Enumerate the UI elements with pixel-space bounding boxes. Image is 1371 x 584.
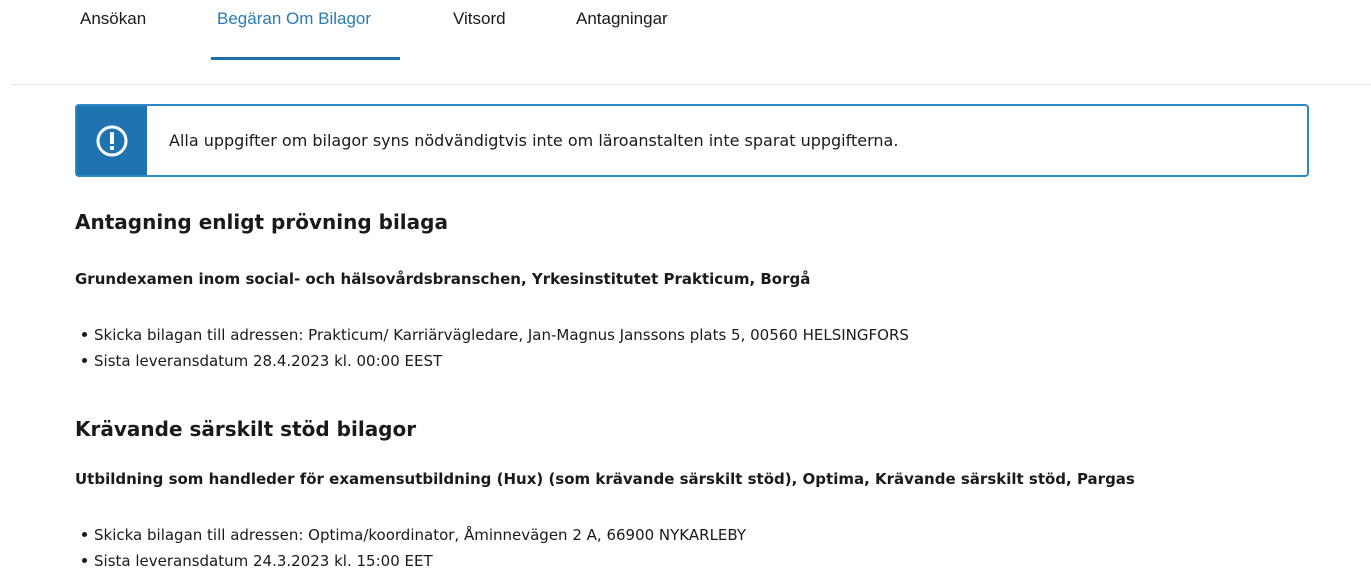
section-subheading-provning: Grundexamen inom social- och hälsovårdsb… xyxy=(75,270,811,288)
list-item-text: Skicka bilagan till adressen: Prakticum/… xyxy=(94,326,909,344)
bullet-icon xyxy=(82,331,87,337)
tab-bar: Ansökan Begäran Om Bilagor Vitsord Antag… xyxy=(0,0,1371,84)
tab-antagningar[interactable]: Antagningar xyxy=(576,9,668,29)
bullet-icon xyxy=(82,357,87,363)
active-tab-indicator xyxy=(211,57,400,60)
list-item: Skicka bilagan till adressen: Prakticum/… xyxy=(75,324,909,350)
section-subheading-sarskilt-stod: Utbildning som handleder för examensutbi… xyxy=(75,470,1135,488)
bullet-icon xyxy=(82,531,87,537)
tab-divider xyxy=(12,84,1371,85)
section-heading-sarskilt-stod: Krävande särskilt stöd bilagor xyxy=(75,417,417,441)
list-item-text: Sista leveransdatum 24.3.2023 kl. 15:00 … xyxy=(94,552,433,570)
list-item-text: Sista leveransdatum 28.4.2023 kl. 00:00 … xyxy=(94,352,443,370)
list-item: Skicka bilagan till adressen: Optima/koo… xyxy=(75,524,746,550)
attachment-list-sarskilt-stod: Skicka bilagan till adressen: Optima/koo… xyxy=(75,524,746,576)
exclamation-circle-icon xyxy=(96,125,128,156)
list-item: Sista leveransdatum 28.4.2023 kl. 00:00 … xyxy=(75,350,909,376)
tab-ansokan[interactable]: Ansökan xyxy=(80,9,146,29)
list-item: Sista leveransdatum 24.3.2023 kl. 15:00 … xyxy=(75,550,746,576)
bullet-icon xyxy=(82,557,87,563)
info-icon-container xyxy=(77,106,147,175)
section-heading-provning: Antagning enligt prövning bilaga xyxy=(75,210,448,234)
tab-vitsord[interactable]: Vitsord xyxy=(453,9,506,29)
list-item-text: Skicka bilagan till adressen: Optima/koo… xyxy=(94,526,747,544)
info-notice-text: Alla uppgifter om bilagor syns nödvändig… xyxy=(169,131,899,150)
attachment-list-provning: Skicka bilagan till adressen: Prakticum/… xyxy=(75,324,909,376)
tab-begaran-om-bilagor[interactable]: Begäran Om Bilagor xyxy=(217,9,371,29)
info-notice: Alla uppgifter om bilagor syns nödvändig… xyxy=(75,104,1309,177)
